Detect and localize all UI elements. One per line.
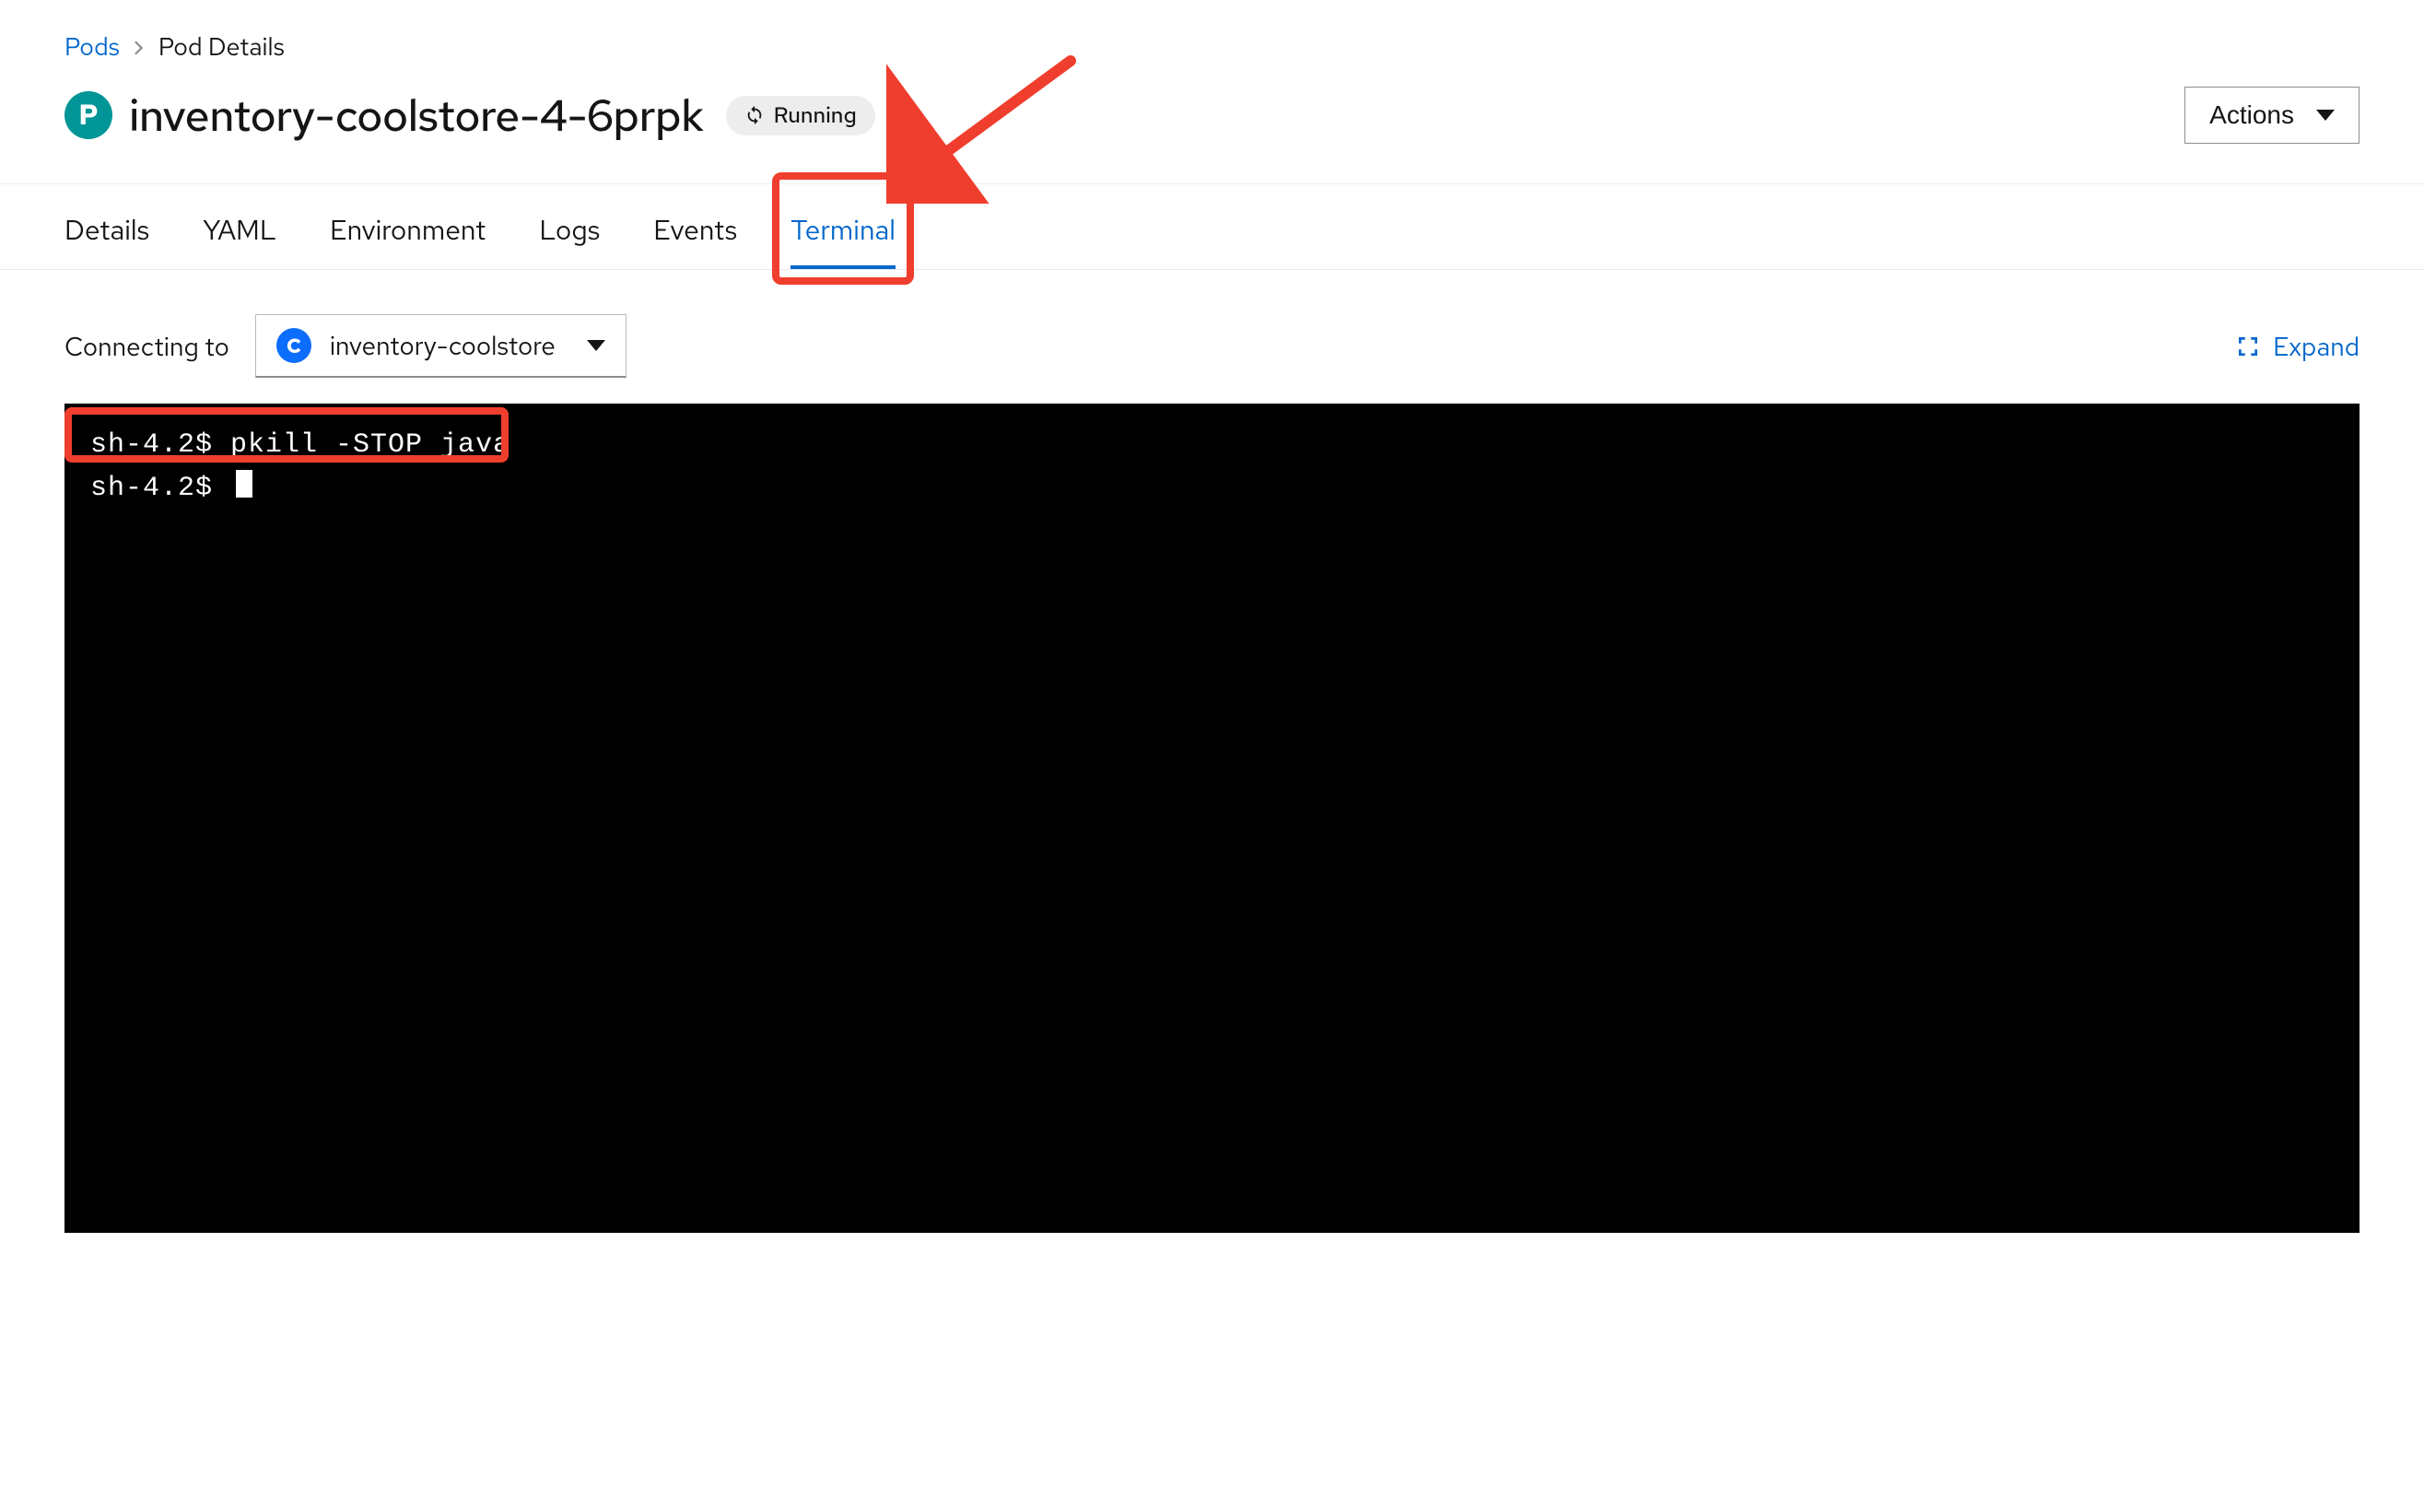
expand-button[interactable]: Expand [2236, 329, 2360, 364]
actions-label: Actions [2209, 100, 2294, 130]
container-select[interactable]: C inventory-coolstore [255, 314, 626, 378]
pod-resource-badge: P [64, 91, 112, 139]
breadcrumb-separator-icon [133, 34, 146, 61]
terminal-line: sh-4.2$ pkill -STOP java [90, 424, 2334, 467]
status-text: Running [774, 101, 857, 130]
breadcrumb-current: Pod Details [158, 31, 285, 64]
tab-details[interactable]: Details [64, 184, 149, 269]
connecting-to-label: Connecting to [64, 329, 229, 364]
chevron-down-icon [2316, 110, 2335, 121]
chevron-down-icon [587, 340, 605, 351]
expand-icon [2236, 334, 2260, 358]
sync-icon [744, 105, 765, 125]
page-title: inventory-coolstore-4-6prpk [129, 86, 704, 145]
tab-yaml[interactable]: YAML [203, 184, 276, 269]
terminal-cursor [236, 470, 252, 498]
breadcrumb-parent[interactable]: Pods [64, 31, 120, 64]
status-badge: Running [726, 96, 875, 135]
terminal-line: sh-4.2$ [90, 467, 2334, 510]
expand-label: Expand [2273, 329, 2360, 364]
actions-button[interactable]: Actions [2184, 87, 2360, 144]
tabs: Details YAML Environment Logs Events Ter… [0, 184, 2424, 269]
container-resource-badge: C [276, 328, 311, 363]
breadcrumb: Pods Pod Details [64, 31, 2360, 64]
terminal[interactable]: sh-4.2$ pkill -STOP java sh-4.2$ [64, 404, 2360, 1233]
page-header: Pods Pod Details P inventory-coolstore-4… [0, 0, 2424, 145]
tab-terminal[interactable]: Terminal [790, 184, 896, 269]
tab-logs[interactable]: Logs [539, 184, 600, 269]
container-select-value: inventory-coolstore [330, 328, 556, 363]
tab-environment[interactable]: Environment [330, 184, 486, 269]
tab-events[interactable]: Events [653, 184, 737, 269]
